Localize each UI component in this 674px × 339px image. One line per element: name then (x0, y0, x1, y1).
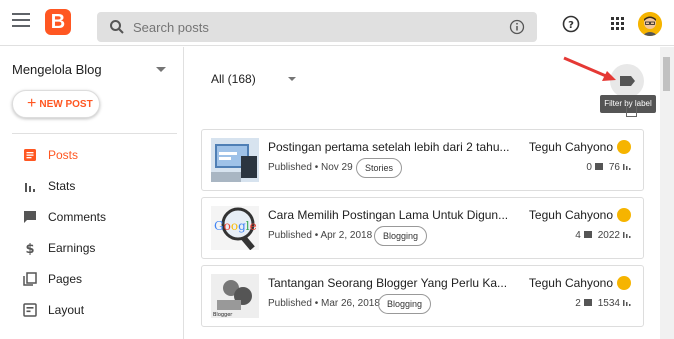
svg-text:Blogger: Blogger (213, 312, 233, 318)
post-row[interactable]: Postingan pertama setelah lebih dari 2 t… (201, 129, 644, 191)
views-icon (623, 162, 631, 173)
post-stats: 4 2022 (575, 230, 631, 241)
post-label-chip[interactable]: Blogging (378, 294, 432, 314)
svg-text:Google: Google (214, 219, 257, 233)
post-title[interactable]: Postingan pertama setelah lebih dari 2 t… (268, 140, 510, 154)
sidebar-item-layout[interactable]: Layout (0, 297, 184, 323)
sidebar-item-stats[interactable]: Stats (0, 173, 184, 199)
sidebar-item-label: Pages (48, 272, 83, 286)
new-post-label: NEW POST (39, 99, 93, 110)
sidebar: Mengelola Blog + NEW POST Posts Stats Com… (0, 47, 184, 339)
post-title[interactable]: Cara Memilih Postingan Lama Untuk Digun.… (268, 208, 508, 222)
sidebar-item-label: Layout (48, 303, 85, 317)
apps-grid-icon[interactable] (611, 17, 625, 31)
sidebar-item-comments[interactable]: Comments (0, 204, 184, 230)
post-label-chip[interactable]: Blogging (374, 226, 428, 246)
post-author-name: Teguh Cahyono (528, 208, 613, 222)
menu-icon[interactable] (12, 13, 30, 31)
post-status: Published • Apr 2, 2018 (268, 230, 373, 241)
search-bar[interactable] (97, 12, 537, 42)
annotation-arrow (563, 56, 616, 81)
layout-icon (23, 303, 37, 317)
post-date: Nov 29 (320, 162, 353, 173)
top-bar: B ? (0, 0, 674, 46)
blog-selector[interactable]: Mengelola Blog (12, 62, 102, 77)
post-status-text: Published (268, 298, 312, 309)
post-title[interactable]: Tantangan Seorang Blogger Yang Perlu Ka.… (268, 276, 507, 290)
view-count: 2022 (597, 230, 620, 241)
earnings-icon: $ (25, 242, 34, 255)
info-icon[interactable] (509, 19, 525, 35)
svg-text:?: ? (568, 20, 574, 31)
post-date: Mar 26, 2018 (320, 298, 380, 309)
post-author-name: Teguh Cahyono (528, 140, 613, 154)
post-status-text: Published (268, 230, 312, 241)
post-status: Published • Nov 29 (268, 162, 353, 173)
sidebar-item-label: Comments (48, 210, 107, 224)
comment-icon (583, 299, 592, 306)
account-avatar[interactable] (638, 12, 662, 36)
author-avatar (617, 276, 631, 290)
post-label-chip[interactable]: Stories (356, 158, 403, 178)
post-author-name: Teguh Cahyono (528, 276, 613, 290)
sidebar-item-label: Earnings (48, 241, 96, 255)
comment-icon (583, 231, 592, 238)
post-status: Published • Mar 26, 2018 (268, 298, 380, 309)
help-icon[interactable]: ? (562, 15, 580, 33)
post-author: Teguh Cahyono (529, 208, 631, 222)
chevron-down-icon[interactable] (156, 67, 166, 72)
comment-count: 0 (586, 162, 592, 173)
comment-count: 2 (575, 298, 581, 309)
sidebar-item-pages[interactable]: Pages (0, 266, 184, 292)
sidebar-item-posts[interactable]: Posts (0, 142, 184, 168)
comment-icon (594, 163, 603, 170)
views-icon (623, 230, 631, 241)
post-thumbnail (211, 138, 259, 182)
sidebar-item-label: Stats (48, 179, 76, 193)
svg-text:$: $ (25, 242, 34, 255)
search-icon (110, 20, 124, 34)
sidebar-item-label: Posts (48, 148, 79, 162)
post-list-panel: All (168) Filter by label Postingan pert… (185, 47, 659, 339)
stats-icon (25, 183, 35, 192)
post-author: Teguh Cahyono (529, 140, 631, 154)
post-status-text: Published (268, 162, 312, 173)
post-stats: 0 76 (586, 162, 631, 173)
post-row[interactable]: Blogger Tantangan Seorang Blogger Yang P… (201, 265, 644, 327)
scrollbar[interactable] (660, 47, 674, 339)
post-thumbnail: Google (211, 206, 259, 250)
select-all-checkbox[interactable] (626, 105, 637, 117)
comments-icon (24, 211, 36, 223)
comment-count: 4 (575, 230, 581, 241)
author-avatar (617, 208, 631, 222)
sidebar-item-earnings[interactable]: $ Earnings (0, 235, 184, 261)
divider (12, 133, 177, 134)
posts-icon (24, 149, 36, 161)
new-post-button[interactable]: + NEW POST (12, 90, 100, 118)
post-thumbnail: Blogger (211, 274, 259, 318)
search-input[interactable] (133, 12, 493, 42)
post-filter-dropdown[interactable]: All (168) (211, 72, 256, 86)
pages-icon (23, 272, 37, 286)
post-date: Apr 2, 2018 (320, 230, 373, 241)
views-icon (623, 298, 631, 309)
blogger-logo[interactable]: B (45, 9, 71, 35)
view-count: 1534 (597, 298, 620, 309)
post-stats: 2 1534 (575, 298, 631, 309)
chevron-down-icon[interactable] (288, 77, 296, 81)
author-avatar (617, 140, 631, 154)
post-author: Teguh Cahyono (529, 276, 631, 290)
plus-icon: + (27, 95, 37, 112)
post-row[interactable]: Google Cara Memilih Postingan Lama Untuk… (201, 197, 644, 259)
view-count: 76 (608, 162, 620, 173)
scrollbar-thumb[interactable] (663, 57, 670, 91)
